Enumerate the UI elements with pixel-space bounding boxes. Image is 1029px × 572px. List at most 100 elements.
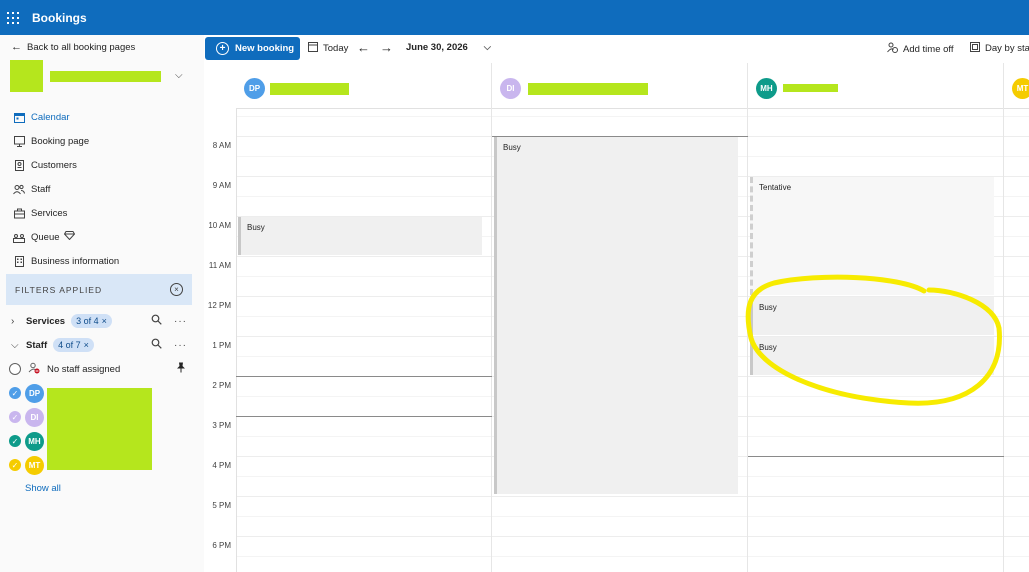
sidebar-item-label: Staff	[31, 183, 51, 195]
staff-column-header: DP	[236, 63, 491, 109]
sidebar-item-label: Calendar	[31, 111, 70, 123]
hour-label: 3 PM	[212, 421, 231, 430]
calendar-today-icon	[308, 42, 318, 55]
show-all-link[interactable]: Show all	[25, 483, 61, 494]
search-icon[interactable]	[151, 314, 162, 328]
sidebar: ← Back to all booking pages ⌵ Calendar B…	[0, 35, 205, 572]
people-icon	[13, 183, 25, 195]
filters-applied-label: FILTERS APPLIED	[15, 284, 103, 295]
add-time-off-button[interactable]: Add time off	[887, 42, 954, 56]
pin-icon[interactable]	[176, 362, 186, 376]
today-button[interactable]: Today	[308, 42, 348, 55]
sidebar-item-calendar[interactable]: Calendar	[0, 105, 204, 129]
contact-card-icon	[13, 159, 25, 171]
building-icon	[13, 255, 25, 267]
avatar: MT	[1012, 78, 1029, 99]
new-booking-label: New booking	[235, 43, 295, 54]
calendar-grid: 8 AM 9 AM 10 AM 11 AM 12 PM 1 PM 2 PM 3 …	[204, 63, 1029, 572]
checkmark-icon[interactable]: ✓	[9, 387, 21, 399]
app-launcher-icon[interactable]	[7, 11, 19, 24]
avatar: MT	[25, 455, 44, 475]
view-label: Day by staff	[985, 43, 1029, 54]
busy-event[interactable]: Busy	[494, 137, 738, 494]
business-logo	[10, 60, 43, 92]
hour-label: 2 PM	[212, 381, 231, 390]
services-filter-count: 3 of 4	[76, 316, 99, 326]
sidebar-item-label: Booking page	[31, 135, 90, 147]
sidebar-item-label: Business information	[31, 255, 120, 267]
sidebar-item-label: Services	[31, 207, 68, 219]
checkbox[interactable]	[9, 363, 21, 375]
checkmark-icon[interactable]: ✓	[9, 459, 21, 471]
staff-name-redacted	[270, 83, 349, 95]
hour-label: 6 PM	[212, 541, 231, 550]
clear-filters-icon[interactable]: ×	[170, 283, 183, 296]
avatar: MH	[25, 431, 44, 451]
diamond-icon	[63, 231, 75, 243]
sidebar-item-business-information[interactable]: Business information	[0, 249, 204, 273]
chevron-down-icon[interactable]: ⌵	[175, 70, 183, 81]
sidebar-item-services[interactable]: Services	[0, 201, 204, 225]
highlight-annotation	[745, 274, 1002, 406]
calendar-view-icon	[970, 42, 980, 55]
remove-filter-icon[interactable]: ×	[102, 316, 107, 326]
more-options-icon[interactable]: ···	[174, 340, 187, 351]
checkmark-icon[interactable]: ✓	[9, 411, 21, 423]
staff-column[interactable]: DP	[236, 63, 492, 572]
sidebar-item-label: Customers	[31, 159, 77, 171]
queue-icon	[13, 231, 25, 243]
chevron-down-icon[interactable]: ⌵	[11, 340, 21, 351]
app-title: Bookings	[32, 10, 87, 25]
avatar: DI	[25, 407, 44, 427]
sidebar-item-staff[interactable]: Staff	[0, 177, 204, 201]
staff-column-header: MT	[1004, 63, 1029, 109]
sidebar-item-booking-page[interactable]: Booking page	[0, 129, 204, 153]
sidebar-item-customers[interactable]: Customers	[0, 153, 204, 177]
more-options-icon[interactable]: ···	[174, 316, 187, 327]
staff-filter-count: 4 of 7	[58, 340, 81, 350]
avatar: DP	[244, 78, 265, 99]
arrow-left-icon[interactable]: ←	[357, 40, 370, 55]
sidebar-nav: Calendar Booking page Customers Staff Se…	[0, 105, 204, 273]
no-staff-assigned-row[interactable]: No staff assigned	[0, 358, 204, 380]
person-clock-icon	[887, 42, 898, 56]
arrow-right-icon[interactable]: →	[380, 40, 393, 55]
staff-name-redacted	[783, 84, 838, 92]
staff-filter-row[interactable]: ⌵ Staff 4 of 7 × ···	[0, 335, 204, 355]
sidebar-item-queue[interactable]: Queue	[0, 225, 204, 249]
business-name-redacted	[50, 71, 161, 82]
time-gutter: 8 AM 9 AM 10 AM 11 AM 12 PM 1 PM 2 PM 3 …	[204, 63, 237, 572]
hour-label: 10 AM	[208, 221, 231, 230]
hour-label: 8 AM	[212, 141, 231, 150]
sidebar-item-label: Queue	[31, 231, 60, 243]
calendar-toolbar: + New booking Today ← → June 30, 2026 ⌵ …	[204, 35, 1029, 63]
avatar: DI	[500, 78, 521, 99]
hour-label: 5 PM	[212, 501, 231, 510]
services-filter-row[interactable]: › Services 3 of 4 × ···	[0, 311, 204, 331]
back-link[interactable]: ← Back to all booking pages	[11, 41, 135, 53]
chevron-down-icon: ⌵	[483, 42, 491, 53]
staff-filter-badge[interactable]: 4 of 7 ×	[53, 338, 94, 352]
date-picker[interactable]: June 30, 2026 ⌵	[406, 42, 491, 53]
hour-label: 4 PM	[212, 461, 231, 470]
hour-label: 9 AM	[212, 181, 231, 190]
services-filter-badge[interactable]: 3 of 4 ×	[71, 314, 112, 328]
person-blocked-icon	[28, 362, 40, 377]
hour-label: 1 PM	[212, 341, 231, 350]
new-booking-button[interactable]: + New booking	[205, 37, 300, 60]
plus-icon: +	[216, 42, 229, 55]
current-date: June 30, 2026	[406, 42, 468, 53]
checkmark-icon[interactable]: ✓	[9, 435, 21, 447]
services-filter-label: Services	[26, 315, 66, 327]
busy-event[interactable]: Busy	[238, 217, 482, 255]
monitor-icon	[13, 135, 25, 147]
add-time-off-label: Add time off	[903, 43, 954, 55]
view-switcher[interactable]: Day by staff	[970, 42, 1029, 55]
search-icon[interactable]	[151, 338, 162, 352]
calendar-icon	[13, 111, 25, 123]
staff-column-header: MH	[748, 63, 1003, 109]
avatar: MH	[756, 78, 777, 99]
staff-filter-label: Staff	[26, 339, 48, 351]
chevron-right-icon[interactable]: ›	[11, 316, 21, 327]
remove-filter-icon[interactable]: ×	[84, 340, 89, 350]
